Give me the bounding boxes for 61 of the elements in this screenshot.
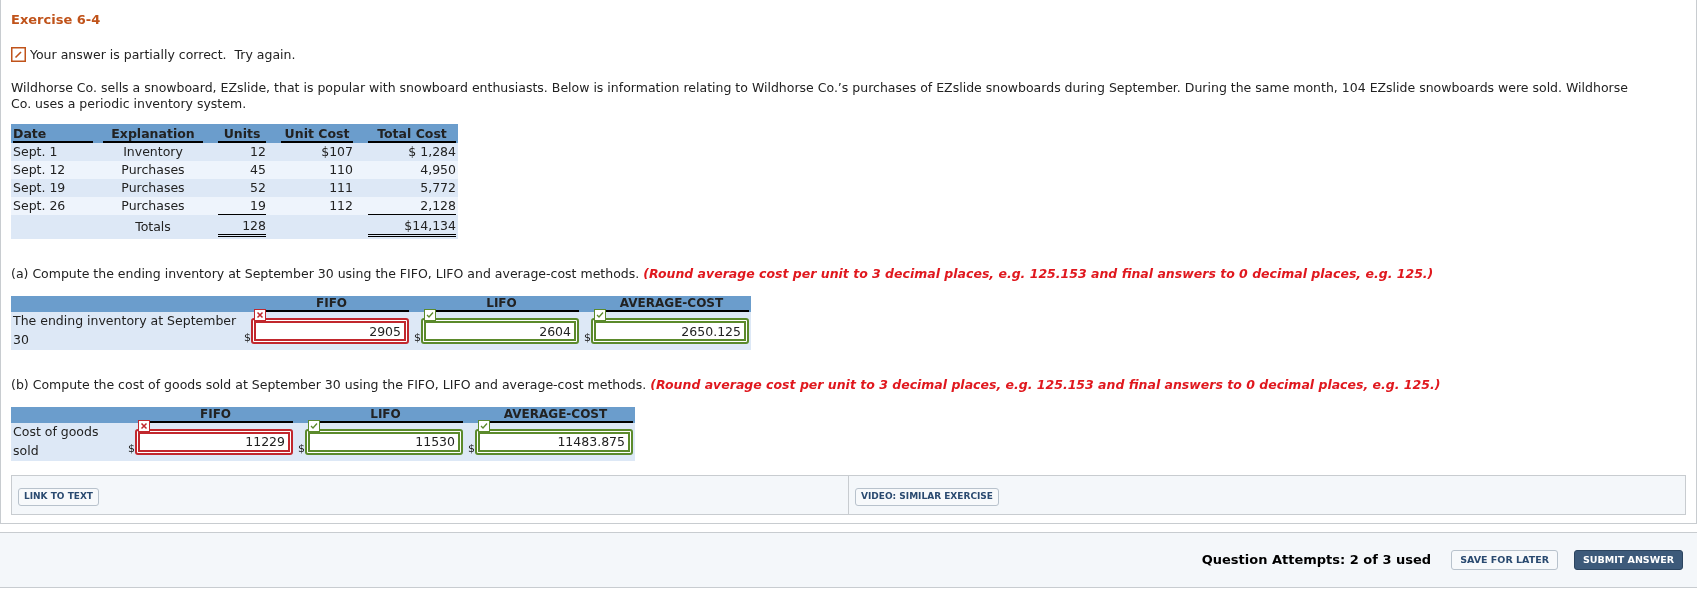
exercise-title: Exercise 6-4 (11, 11, 102, 29)
table-cell: 112 (329, 198, 353, 214)
column-header: AVERAGE-COST (503, 406, 608, 421)
column-header: FIFO (199, 406, 232, 421)
table-cell: Sept. 1 (13, 144, 58, 160)
table-cell: 128 (242, 217, 266, 233)
question-text: (a) Compute the ending inventory at September 30 using the FIFO, LIFO and average-cost methods. (11, 266, 640, 282)
totals-label: Totals (135, 218, 171, 234)
feedback-message: Your answer is partially correct. Try again. (30, 45, 296, 64)
link-button[interactable]: LINK TO TEXT (18, 487, 99, 506)
table-cell: 5,772 (420, 180, 456, 196)
save-button[interactable]: SAVE FOR LATER (1451, 549, 1558, 570)
answer-field[interactable]: 2604 (421, 318, 579, 344)
currency-symbol: $ (414, 332, 421, 343)
attempts-text: Question Attempts: 2 of 3 used (1201, 551, 1432, 569)
answer-field[interactable]: 11229 (135, 428, 293, 455)
rounding-note: (Round average cost per unit to 3 decimal places, e.g. 125.153 and final answers to 0 decimal places, e.g. 125.) (650, 377, 1441, 392)
currency-symbol: $ (244, 332, 251, 343)
table-cell: 12 (250, 144, 266, 160)
pencil-icon (11, 47, 26, 63)
table-cell: $ 1,284 (408, 144, 456, 160)
table-cell: Sept. 19 (13, 180, 66, 196)
table-cell: Sept. 12 (13, 162, 66, 178)
currency-symbol: $ (298, 442, 305, 454)
table-cell: Purchases (121, 198, 185, 214)
table-cell: 110 (329, 162, 353, 178)
table-cell: Inventory (123, 144, 183, 160)
answer-field[interactable]: 2905 (251, 318, 409, 344)
column-header: FIFO (315, 296, 348, 310)
row-label: Cost of goods sold (13, 424, 99, 458)
intro-paragraph: Wildhorse Co. sells a snowboard, EZslide, that is popular with snowboard enthusiasts. Below is information relating to Wildhorse Co.’s purchases of EZslide snowboards during September. During the same month, 104 EZslide snowboards were sold. Wildhorse Co. uses a periodic inventory system. (11, 80, 1629, 113)
column-header: Units (222, 126, 262, 142)
table-cell: 45 (250, 162, 266, 178)
currency-symbol: $ (128, 442, 135, 454)
answer-field[interactable]: 11483.875 (475, 428, 633, 455)
table-cell: $14,134 (404, 217, 456, 233)
column-header: Date (13, 126, 48, 142)
link-button[interactable]: VIDEO: SIMILAR EXERCISE (855, 487, 999, 506)
currency-symbol: $ (468, 442, 475, 454)
column-header: Explanation (110, 126, 196, 142)
submit-button[interactable]: SUBMIT ANSWER (1574, 549, 1683, 570)
column-header: LIFO (370, 406, 401, 421)
table-cell: 52 (250, 180, 266, 196)
rounding-note: (Round average cost per unit to 3 decimal places, e.g. 125.153 and final answers to 0 decimal places, e.g. 125.) (643, 266, 1434, 282)
column-header: AVERAGE-COST (619, 296, 724, 310)
table-cell: $107 (321, 144, 353, 160)
table-cell: Sept. 26 (13, 198, 66, 214)
table-cell: 19 (250, 197, 266, 213)
answer-field[interactable]: 11530 (305, 428, 463, 455)
answer-field[interactable]: 2650.125 (591, 318, 749, 344)
currency-symbol: $ (584, 332, 591, 343)
table-cell: 4,950 (420, 162, 456, 178)
row-label: The ending inventory at September 30 (13, 313, 237, 347)
table-cell: 111 (329, 180, 353, 196)
column-header: Unit Cost (283, 126, 351, 142)
table-cell: 2,128 (420, 197, 456, 213)
table-cell: Purchases (121, 180, 185, 196)
table-cell: Purchases (121, 162, 185, 178)
question-text: (b) Compute the cost of goods sold at September 30 using the FIFO, LIFO and average-cost methods. (11, 377, 647, 392)
column-header: Total Cost (376, 126, 448, 142)
column-header: LIFO (486, 296, 517, 310)
